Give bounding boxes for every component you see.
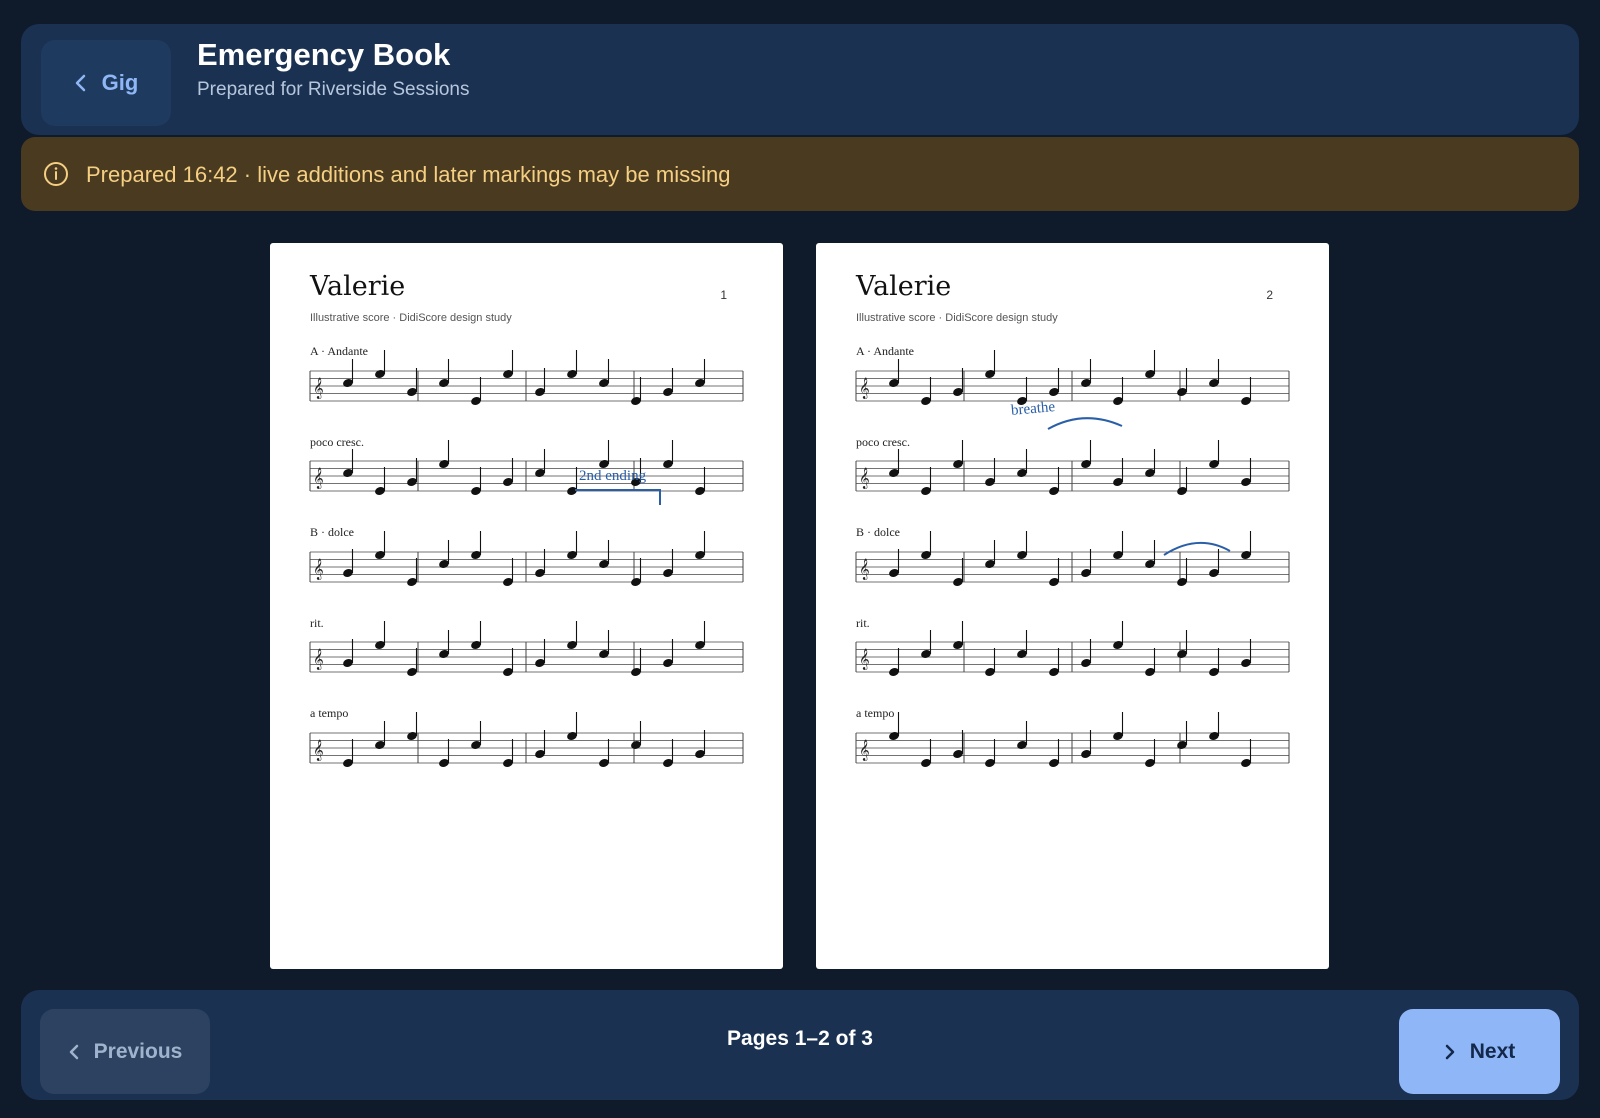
page-number: 2 [1266,288,1273,302]
next-button-label: Next [1469,1039,1516,1063]
page-number: 1 [720,288,727,302]
stale-warning-banner: Prepared 16:42 · live additions and late… [21,137,1579,211]
treble-clef-icon: 𝄞 [313,559,324,580]
staff: 𝄞 [309,440,744,495]
staff-label: poco cresc. [856,435,910,449]
next-button[interactable]: Next [1399,1009,1560,1094]
score-title: Valerie [856,271,952,302]
staff: 𝄞 [855,712,1290,767]
ending-bracket [575,489,661,505]
treble-clef-icon: 𝄞 [313,468,324,489]
back-to-gig-button[interactable]: Gig [41,40,171,126]
info-icon [44,162,68,186]
score-page-1: 𝄞 𝄞 𝄞 𝄞 𝄞 Valerie 1 Illustrative score · Did… [270,243,783,969]
staff-label: rit. [856,616,870,630]
treble-clef-icon: 𝄞 [313,649,324,670]
back-button-label: Gig [101,70,139,95]
staff: 𝄞 [855,440,1290,495]
score-subtitle: Illustrative score · DidiScore design st… [310,312,512,324]
page-title: Emergency Book [197,37,451,72]
treble-clef-icon: 𝄞 [859,740,870,761]
staff-label: rit. [310,616,324,630]
treble-clef-icon: 𝄞 [859,559,870,580]
staff: 𝄞 [309,621,744,676]
staff-label: A · Andante [856,344,914,358]
pages-indicator: Pages 1–2 of 3 [727,1027,873,1050]
staff-label: A · Andante [310,344,368,358]
footer-bar: Previous Pages 1–2 of 3 Next [21,990,1579,1100]
staff-label: a tempo [310,706,349,720]
annotation-2nd-ending[interactable]: 2nd ending [579,468,646,485]
staff-label: B · dolce [856,525,900,539]
chevron-right-icon [1445,1044,1454,1059]
staff: 𝄞 [855,621,1290,676]
staff: 𝄞 [855,350,1290,405]
page-subtitle: Prepared for Riverside Sessions [197,79,470,100]
treble-clef-icon: 𝄞 [313,378,324,399]
treble-clef-icon: 𝄞 [313,740,324,761]
previous-button[interactable]: Previous [40,1009,210,1094]
staff: 𝄞 [309,350,744,405]
treble-clef-icon: 𝄞 [859,378,870,399]
staff-label: a tempo [856,706,895,720]
staff-label: B · dolce [310,525,354,539]
staff: 𝄞 [309,712,744,767]
score-subtitle: Illustrative score · DidiScore design st… [856,312,1058,324]
staff: 𝄞 [309,531,744,586]
score-title: Valerie [310,271,406,302]
header-bar: Gig Emergency Book Prepared for Riversid… [21,24,1579,135]
score-page-2: 𝄞 𝄞 𝄞 𝄞 𝄞 Valerie 2 Illustrative score · Did… [816,243,1329,969]
warning-text: Prepared 16:42 · live additions and late… [86,162,731,187]
treble-clef-icon: 𝄞 [859,649,870,670]
chevron-left-icon [75,74,85,92]
staff-label: poco cresc. [310,435,364,449]
slur-marking [1163,541,1231,556]
breath-arc [1047,417,1123,430]
staff: 𝄞 [855,531,1290,586]
treble-clef-icon: 𝄞 [859,468,870,489]
